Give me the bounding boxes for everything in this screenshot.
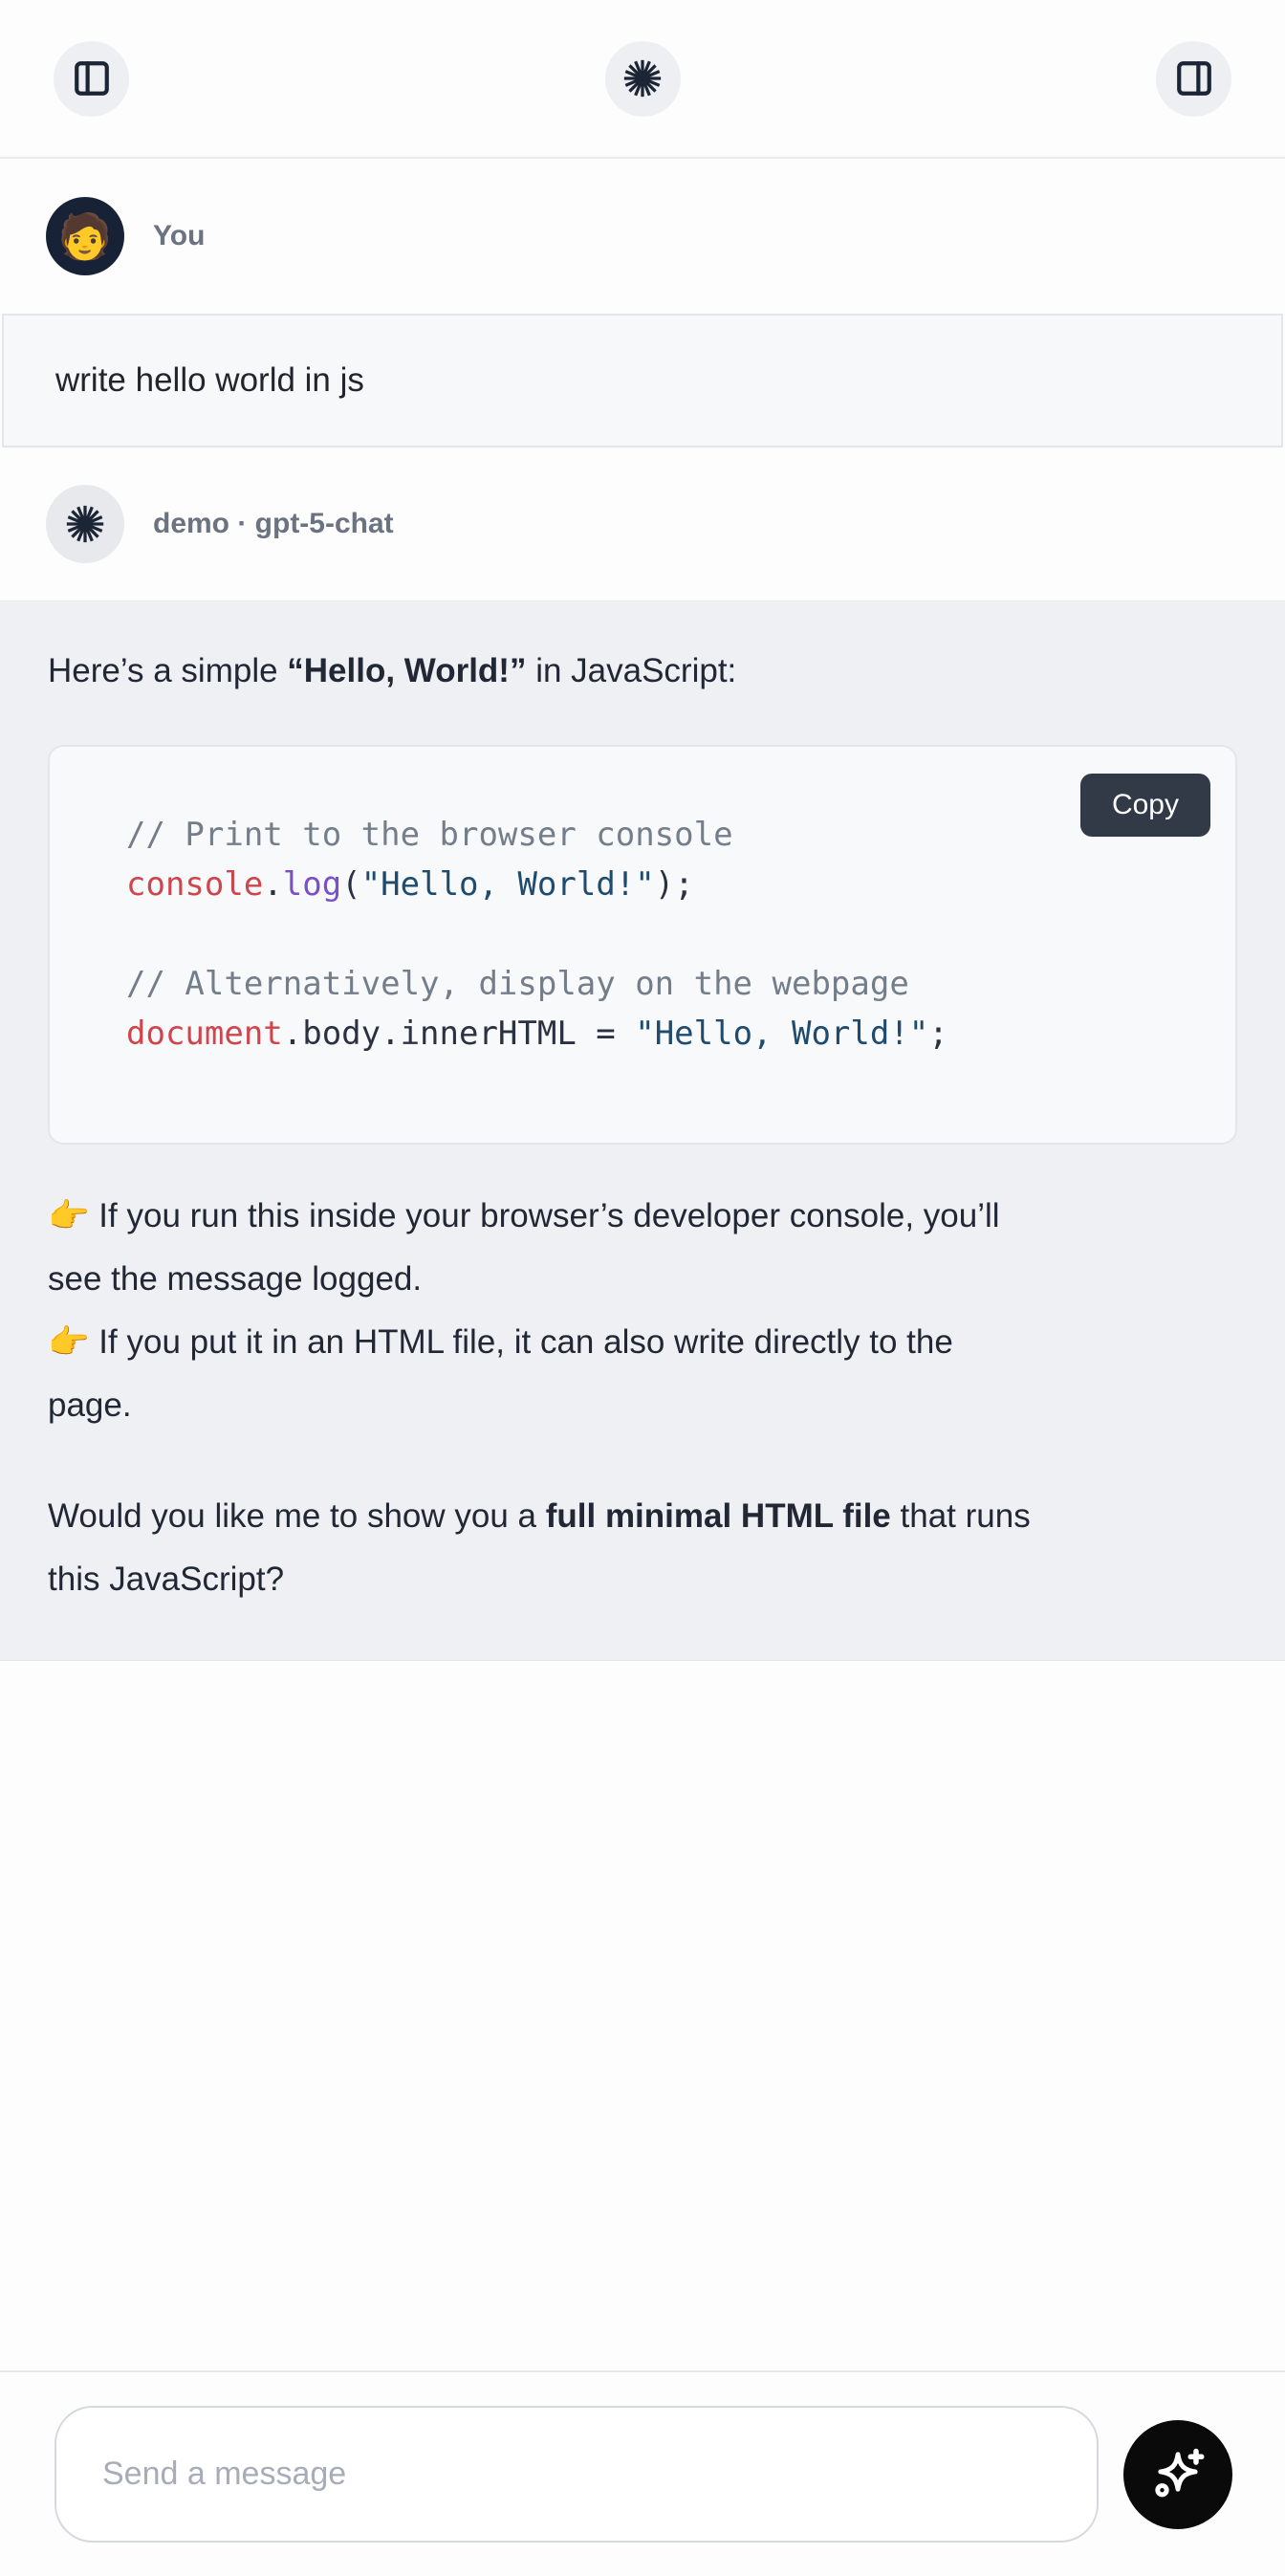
- code-line: // Alternatively, display on the webpage: [126, 959, 1197, 1009]
- chat-messages: 🧑 You write hello world in js: [0, 159, 1285, 1661]
- user-avatar: 🧑: [46, 197, 124, 275]
- text-line: see the message logged.: [48, 1248, 1237, 1311]
- code-block: Copy // Print to the browser consolecons…: [48, 745, 1237, 1145]
- starburst-icon: [63, 502, 107, 546]
- sidebar-toggle-button[interactable]: [54, 41, 129, 117]
- user-name-label: You: [153, 220, 205, 252]
- assistant-question-paragraph: Would you like me to show you a full min…: [48, 1485, 1237, 1611]
- assistant-name-label: demo · gpt-5-chat: [153, 508, 394, 540]
- code-content: // Print to the browser consoleconsole.l…: [126, 810, 1197, 1059]
- text-line: this JavaScript?: [48, 1548, 1237, 1611]
- assistant-turn: demo · gpt-5-chat Here’s a simple “Hello…: [0, 448, 1285, 1661]
- right-panel-toggle-button[interactable]: [1156, 41, 1231, 117]
- code-line: document.body.innerHTML = "Hello, World!…: [126, 1009, 1197, 1059]
- code-line: [126, 909, 1197, 959]
- assistant-intro-paragraph: Here’s a simple “Hello, World!” in JavaS…: [48, 640, 1237, 703]
- copy-button[interactable]: Copy: [1080, 774, 1210, 837]
- text-line: Would you like me to show you a full min…: [48, 1485, 1237, 1548]
- user-message-text: write hello world in js: [55, 361, 364, 400]
- text-line: page.: [48, 1374, 1237, 1437]
- person-emoji-icon: 🧑: [57, 214, 112, 258]
- code-line: // Print to the browser console: [126, 810, 1197, 860]
- text-line: Here’s a simple “Hello, World!” in JavaS…: [48, 640, 1237, 703]
- assistant-avatar: [46, 485, 124, 563]
- message-input[interactable]: [54, 2406, 1099, 2543]
- composer-bar: [0, 2370, 1285, 2576]
- assistant-turn-header: demo · gpt-5-chat: [0, 448, 1285, 600]
- text-line: 👉 If you put it in an HTML file, it can …: [48, 1311, 1237, 1374]
- panel-left-icon: [72, 58, 112, 98]
- text-line: 👉 If you run this inside your browser’s …: [48, 1185, 1237, 1248]
- new-chat-burst-button[interactable]: [605, 41, 681, 117]
- sparkle-icon: [1146, 2443, 1209, 2506]
- user-turn-header: 🧑 You: [0, 159, 1285, 314]
- send-button[interactable]: [1123, 2420, 1232, 2529]
- panel-right-icon: [1174, 58, 1214, 98]
- top-bar: [0, 0, 1285, 159]
- assistant-tips-paragraph: 👉 If you run this inside your browser’s …: [48, 1185, 1237, 1437]
- starburst-icon: [621, 56, 664, 100]
- assistant-message: Here’s a simple “Hello, World!” in JavaS…: [0, 600, 1285, 1661]
- user-message: write hello world in js: [2, 314, 1283, 448]
- code-line: console.log("Hello, World!");: [126, 860, 1197, 909]
- chat-app: { "topbar": { "icons": { "left": "panel-…: [0, 0, 1285, 2576]
- user-turn: 🧑 You write hello world in js: [0, 159, 1285, 448]
